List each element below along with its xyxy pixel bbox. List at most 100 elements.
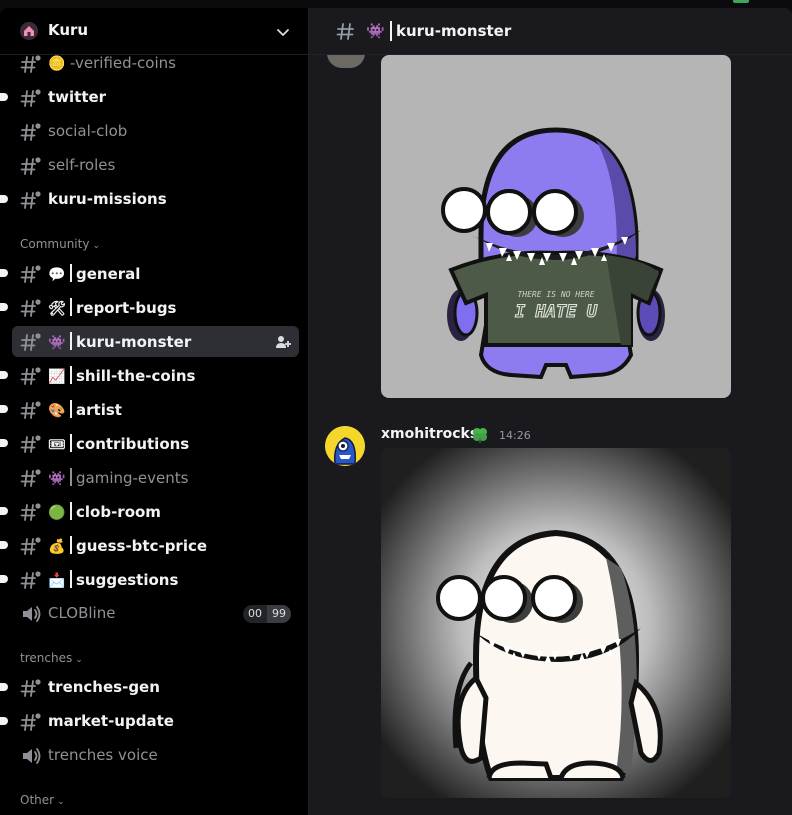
- avatar[interactable]: [325, 426, 365, 466]
- channel-item-contributions[interactable]: 🎟 contributions: [0, 428, 299, 459]
- unread-indicator: [0, 303, 8, 311]
- voice-channel-trenches-voice[interactable]: trenches voice: [12, 740, 299, 771]
- channel-separator: [70, 468, 72, 486]
- add-member-icon[interactable]: [275, 334, 291, 350]
- channel-item-twitter[interactable]: twitter: [0, 82, 299, 113]
- channel-label: 🟢 clob-room: [48, 502, 161, 521]
- channel-separator: [70, 400, 72, 418]
- unread-indicator: [0, 405, 8, 413]
- chat-area: 👾 kuru-monster THERE IS NO HERE I HATE U: [309, 8, 792, 815]
- chevron-down-icon[interactable]: [275, 24, 291, 40]
- channel-label: 💰 guess-btc-price: [48, 536, 207, 555]
- unread-indicator: [0, 269, 8, 277]
- channel-item-general[interactable]: 💬 general: [0, 258, 299, 289]
- channel-name: trenches-gen: [48, 678, 160, 696]
- server-name: Kuru: [48, 21, 89, 39]
- channel-item-suggestions[interactable]: 📩 suggestions: [0, 564, 299, 595]
- channel-label: kuru-missions: [48, 190, 167, 208]
- text-channel-icon: [20, 299, 41, 317]
- channel-item-guess-btc-price[interactable]: 💰 guess-btc-price: [0, 530, 299, 561]
- channel-label: CLOBline: [48, 604, 115, 622]
- channel-item-clob-room[interactable]: 🟢 clob-room: [0, 496, 299, 527]
- status-pip: [733, 0, 749, 3]
- channel-label: 🎨 artist: [48, 400, 122, 419]
- channel-name: report-bugs: [76, 299, 177, 317]
- unread-indicator: [0, 507, 8, 515]
- purple-monster-illustration: THERE IS NO HERE I HATE U: [441, 127, 665, 380]
- message-author[interactable]: xmohitrocks: [381, 426, 478, 442]
- white-monster-illustration: [381, 448, 731, 798]
- unread-indicator: [0, 575, 8, 583]
- voice-channel-clobline[interactable]: CLOBline 00 99: [12, 598, 299, 629]
- channel-name: -verified-coins: [70, 54, 176, 72]
- channel-label: social-clob: [48, 122, 127, 140]
- channel-item-gaming-events[interactable]: 👾 gaming-events: [12, 462, 299, 493]
- text-channel-icon: [20, 435, 41, 453]
- channel-name: twitter: [48, 88, 107, 106]
- message-image-attachment[interactable]: THERE IS NO HERE I HATE U: [381, 55, 731, 398]
- channel-separator: [70, 570, 72, 588]
- channel-emoji: 🛠: [48, 301, 66, 317]
- message-image-attachment[interactable]: [381, 448, 731, 798]
- channel-separator: [70, 434, 72, 452]
- unread-indicator: [0, 93, 8, 101]
- avatar[interactable]: [327, 53, 365, 68]
- channel-label: 💬 general: [48, 264, 140, 283]
- unread-indicator: [0, 195, 8, 203]
- shirt-text-large: I HATE U: [515, 302, 598, 322]
- channel-name: suggestions: [76, 571, 179, 589]
- channel-sidebar: Kuru 🪙 -verified-coins twitter social-clob s…: [0, 8, 308, 815]
- channel-label: 👾 gaming-events: [48, 468, 188, 487]
- channel-emoji: 📩: [48, 573, 66, 589]
- channel-item-trenches-gen[interactable]: trenches-gen: [0, 672, 299, 703]
- text-channel-icon: [20, 265, 41, 283]
- channel-item-report-bugs[interactable]: 🛠 report-bugs: [0, 292, 299, 323]
- channel-separator: [70, 502, 72, 520]
- channel-label: 👾 kuru-monster: [48, 332, 191, 351]
- channel-name: contributions: [76, 435, 190, 453]
- text-channel-icon: [20, 333, 41, 351]
- category-other[interactable]: Other ⌄: [20, 793, 65, 807]
- text-channel-icon: [20, 679, 41, 697]
- channel-emoji: 🎨: [48, 403, 66, 419]
- channel-label: market-update: [48, 712, 174, 730]
- channel-label: trenches-gen: [48, 678, 160, 696]
- channel-name: self-roles: [48, 156, 116, 174]
- channel-item-kuru-monster[interactable]: 👾 kuru-monster: [12, 326, 299, 357]
- unread-indicator: [0, 439, 8, 447]
- channel-emoji: 📈: [48, 369, 66, 385]
- channel-emoji: 🟢: [48, 505, 66, 521]
- unread-indicator: [0, 371, 8, 379]
- chevron-down-icon: ⌄: [57, 797, 65, 807]
- category-trenches[interactable]: trenches ⌄: [20, 651, 83, 665]
- speaker-icon: [23, 606, 41, 622]
- channel-name: shill-the-coins: [76, 367, 196, 385]
- voice-count-current: 00: [248, 607, 262, 620]
- channel-item-self-roles[interactable]: self-roles: [12, 150, 299, 181]
- text-channel-icon: [20, 191, 41, 209]
- channel-name: clob-room: [76, 503, 161, 521]
- channel-separator: [390, 21, 392, 41]
- category-community[interactable]: Community ⌄: [20, 237, 100, 251]
- text-channel-icon: [20, 713, 41, 731]
- channel-separator: [70, 332, 72, 350]
- channel-emoji: 💬: [48, 267, 66, 283]
- channel-emoji: 🎟: [48, 437, 66, 453]
- channel-item-artist[interactable]: 🎨 artist: [0, 394, 299, 425]
- unread-indicator: [0, 683, 8, 691]
- channel-item-kuru-missions[interactable]: kuru-missions: [0, 184, 299, 215]
- channel-label: 🎟 contributions: [48, 434, 189, 453]
- text-channel-icon: [20, 469, 41, 487]
- channel-name: kuru-monster: [76, 333, 192, 351]
- channel-label: 📈 shill-the-coins: [48, 366, 195, 385]
- voice-count-limit: 99: [267, 605, 291, 623]
- channel-item-market-update[interactable]: market-update: [0, 706, 299, 737]
- channel-item-verified-coins[interactable]: 🪙 -verified-coins: [12, 48, 299, 79]
- channel-item-shill-the-coins[interactable]: 📈 shill-the-coins: [0, 360, 299, 391]
- text-channel-icon: [20, 367, 41, 385]
- channel-name: trenches voice: [48, 746, 158, 764]
- text-channel-icon: [20, 123, 41, 141]
- speaker-icon: [23, 748, 41, 764]
- channel-item-social-clob[interactable]: social-clob: [12, 116, 299, 147]
- chevron-down-icon: ⌄: [92, 241, 100, 251]
